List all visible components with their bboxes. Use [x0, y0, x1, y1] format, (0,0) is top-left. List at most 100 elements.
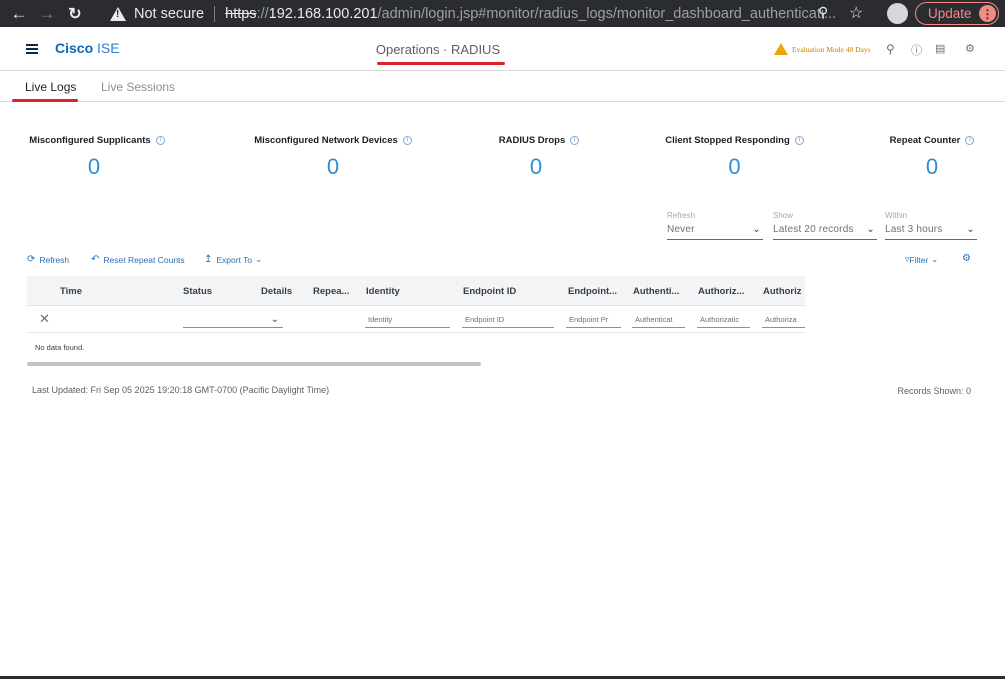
dashlet-value[interactable]: 0 [249, 154, 417, 180]
title-underline [377, 62, 505, 65]
export-icon: ↥ [204, 254, 213, 265]
authorization-profile-filter-input[interactable]: Authoriza [762, 312, 805, 328]
browser-toolbar: ← → ↻ ! Not secure https://192.168.100.2… [0, 0, 1005, 27]
dashlet-label: Repeat Counter [889, 135, 961, 146]
dashlet-label: Misconfigured Network Devices [254, 135, 398, 146]
authorization-policy-filter-input[interactable]: Authorizatic [697, 312, 750, 328]
forward-arrow-icon[interactable]: → [36, 3, 58, 25]
dashlet-client-stopped-responding: Client Stopped Responding i 0 [662, 135, 807, 180]
dashlet-value[interactable]: 0 [491, 154, 581, 180]
col-endpoint-profile[interactable]: Endpoint... [568, 286, 617, 297]
col-endpoint-id[interactable]: Endpoint ID [463, 286, 516, 297]
address-bar[interactable]: ! Not secure https://192.168.100.201/adm… [110, 1, 875, 26]
dashlet-misconfigured-network-devices: Misconfigured Network Devices i 0 [249, 135, 417, 180]
search-icon[interactable]: ⚲ [886, 42, 895, 56]
refresh-icon: ⟳ [27, 254, 36, 265]
refresh-label: Refresh [39, 254, 70, 265]
chevron-down-icon: ⌄ [255, 254, 263, 264]
help-icon[interactable]: ⓘ [911, 42, 922, 58]
undo-icon: ↶ [91, 254, 100, 265]
security-status[interactable]: Not secure [134, 6, 204, 22]
url-host: 192.168.100.201 [268, 5, 378, 22]
dashlet-label: RADIUS Drops [498, 135, 566, 146]
horizontal-scrollbar[interactable] [27, 362, 481, 366]
dashlet-value[interactable]: 0 [887, 154, 977, 180]
reset-label: Reset Repeat Counts [103, 254, 185, 265]
table-header-row: Time Status Details Repea... Identity En… [27, 276, 805, 306]
chevron-down-icon: ⌄ [931, 254, 939, 264]
chevron-down-icon: ⌄ [966, 224, 975, 235]
filter-button[interactable]: ▿ Filter ⌄ [905, 254, 938, 265]
url-separator: :// [256, 5, 269, 22]
dashlet-label: Client Stopped Responding [665, 135, 790, 146]
update-button[interactable]: Update ⋮ [915, 2, 999, 25]
dashlet-repeat-counter: Repeat Counter i 0 [887, 135, 977, 180]
col-authentication[interactable]: Authenti... [633, 286, 679, 297]
filter-label: Filter [909, 254, 929, 265]
records-shown-text: Records Shown: 0 [897, 386, 971, 396]
export-to-button[interactable]: ↥ Export To ⌄ [204, 254, 262, 265]
empty-table-message: No data found. [35, 343, 85, 352]
within-value: Last 3 hours [885, 224, 943, 235]
col-repeat[interactable]: Repea... [313, 286, 349, 297]
info-icon[interactable]: i [155, 136, 165, 145]
endpoint-id-filter-input[interactable]: Endpoint ID [462, 312, 554, 328]
back-arrow-icon[interactable]: ← [8, 3, 30, 25]
settings-gear-icon[interactable]: ⚙ [965, 42, 975, 55]
within-filter-label: Within [885, 211, 908, 220]
reload-icon[interactable]: ↻ [64, 3, 86, 25]
export-label: Export To [216, 254, 253, 265]
tab-live-logs[interactable]: Live Logs [25, 80, 76, 94]
status-filter-select[interactable]: ⌄ [183, 312, 283, 328]
refresh-filter-label: Refresh [667, 211, 696, 220]
endpoint-profile-filter-input[interactable]: Endpoint Pr [566, 312, 621, 328]
authentication-filter-input[interactable]: Authenticat [632, 312, 685, 328]
col-authorization-profile[interactable]: Authoriz [763, 286, 802, 297]
info-icon[interactable]: i [570, 136, 580, 145]
chevron-down-icon: ⌄ [866, 224, 875, 235]
col-authorization-policy[interactable]: Authoriz... [698, 286, 744, 297]
tab-bar: Live Logs Live Sessions [0, 72, 1005, 102]
within-filter: Within Last 3 hours ⌄ [885, 211, 977, 240]
info-icon[interactable]: i [965, 136, 975, 145]
last-updated-text: Last Updated: Fri Sep 05 2025 19:20:18 G… [32, 385, 330, 395]
evaluation-text: Evaluation Mode 48 Days [792, 44, 871, 54]
warning-icon: ! [110, 6, 126, 21]
notifications-icon[interactable]: ▤ [935, 42, 945, 55]
chevron-down-icon: ⌄ [270, 314, 279, 325]
refresh-button[interactable]: ⟳ Refresh [27, 254, 69, 265]
ise-header: Cisco ISE Operations · RADIUS Evaluation… [0, 27, 1005, 71]
identity-filter-input[interactable]: Identity [365, 312, 450, 328]
tab-live-sessions[interactable]: Live Sessions [101, 80, 175, 94]
show-filter-label: Show [773, 211, 794, 220]
warning-icon [774, 43, 788, 55]
profile-avatar[interactable] [887, 3, 908, 24]
table-filter-row: ✕ ⌄ Identity Endpoint ID Endpoint Pr Aut… [27, 306, 805, 333]
show-select[interactable]: Latest 20 records ⌄ [773, 224, 877, 240]
clear-filter-icon[interactable]: ✕ [39, 311, 50, 327]
dashlet-value[interactable]: 0 [662, 154, 807, 180]
refresh-select[interactable]: Never ⌄ [667, 224, 763, 240]
col-identity[interactable]: Identity [366, 286, 400, 297]
dashlet-label: Misconfigured Supplicants [29, 135, 151, 146]
evaluation-badge[interactable]: Evaluation Mode 48 Days [774, 43, 871, 55]
dashlet-value[interactable]: 0 [21, 154, 167, 180]
active-tab-indicator [12, 99, 78, 102]
show-filter: Show Latest 20 records ⌄ [773, 211, 877, 240]
col-status[interactable]: Status [183, 286, 212, 297]
info-icon[interactable]: i [794, 136, 804, 145]
col-time[interactable]: Time [60, 286, 82, 297]
table-settings-gear-icon[interactable]: ⚙ [962, 253, 971, 264]
col-details[interactable]: Details [261, 286, 292, 297]
dashlet-radius-drops: RADIUS Drops i 0 [497, 135, 581, 180]
show-value: Latest 20 records [773, 224, 854, 235]
url-path: /admin/login.jsp#monitor/radius_logs/mon… [377, 5, 837, 22]
zoom-icon[interactable]: ⚲ [818, 4, 828, 21]
within-select[interactable]: Last 3 hours ⌄ [885, 224, 977, 240]
dashlet-misconfigured-supplicants: Misconfigured Supplicants i 0 [27, 135, 167, 180]
chevron-down-icon: ⌄ [752, 224, 761, 235]
more-menu-icon[interactable]: ⋮ [979, 5, 996, 22]
bookmark-star-icon[interactable]: ☆ [849, 3, 863, 23]
reset-repeat-counts-button[interactable]: ↶ Reset Repeat Counts [91, 254, 185, 265]
info-icon[interactable]: i [402, 136, 412, 145]
